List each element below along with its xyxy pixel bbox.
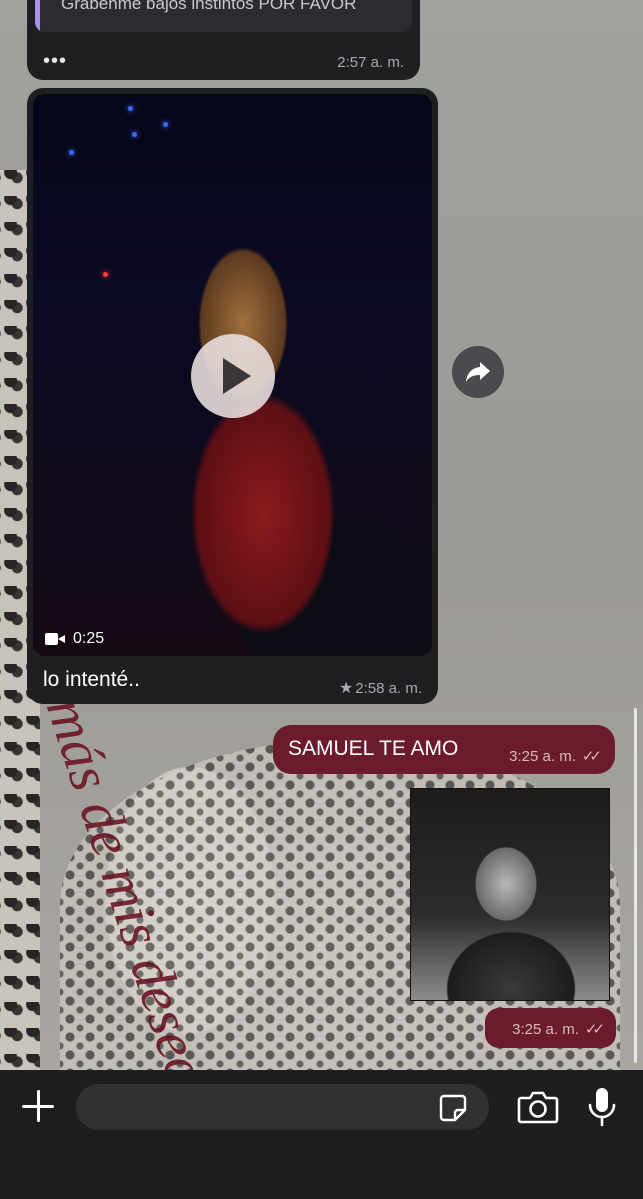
message-time: 3:25 a. m. [509, 747, 576, 765]
stage-light [163, 122, 168, 127]
message-text: SAMUEL TE AMO [288, 737, 459, 760]
video-thumbnail[interactable]: 0:25 [33, 94, 432, 656]
message-timestamp: ★ 2:58 a. m. [339, 678, 422, 698]
sticker-image[interactable] [410, 788, 610, 1001]
more-options-icon[interactable]: ••• [43, 50, 67, 73]
message-time: 2:58 a. m. [355, 679, 422, 697]
sticker-icon[interactable] [437, 1092, 469, 1124]
message-composer [0, 1070, 643, 1199]
message-time: 3:25 a. m. [512, 1020, 579, 1038]
forward-button[interactable] [452, 346, 504, 398]
camera-icon[interactable] [517, 1088, 559, 1126]
quote-accent-bar [35, 0, 40, 32]
stage-light [128, 106, 133, 111]
message-timestamp: 2:57 a. m. [337, 54, 404, 71]
chat-scrollbar[interactable] [634, 708, 637, 1063]
play-icon[interactable] [191, 334, 275, 418]
star-icon: ★ [338, 680, 354, 697]
sticker-timestamp-bubble: 3:25 a. m. ✓✓ [485, 1008, 616, 1048]
video-camera-icon [45, 633, 65, 645]
microphone-icon[interactable] [586, 1086, 618, 1128]
outgoing-message-bubble[interactable]: SAMUEL TE AMO 3:25 a. m. ✓✓ [273, 725, 615, 774]
video-duration: 0:25 [73, 630, 105, 647]
message-input[interactable] [76, 1084, 489, 1130]
quoted-message-text: Grabenme bajos instintos POR FAVOR [61, 0, 357, 13]
plus-icon[interactable] [20, 1088, 56, 1124]
stage-light [132, 132, 137, 137]
message-timestamp: 3:25 a. m. ✓✓ [512, 1020, 605, 1039]
message-timestamp: 3:25 a. m. ✓✓ [509, 747, 602, 766]
forward-icon [466, 362, 490, 382]
read-receipt-icon: ✓✓ [584, 1021, 605, 1038]
video-meta: 0:25 [45, 630, 104, 648]
read-receipt-icon: ✓✓ [581, 748, 602, 765]
quoted-message[interactable]: Grabenme bajos instintos POR FAVOR [35, 0, 412, 32]
stage-light [69, 150, 74, 155]
incoming-video-message[interactable]: 0:25 lo intenté.. ★ 2:58 a. m. [27, 88, 438, 704]
stage-light [103, 272, 108, 277]
incoming-message-bubble[interactable]: Grabenme bajos instintos POR FAVOR ••• 2… [27, 0, 420, 80]
video-caption: lo intenté.. [43, 668, 140, 691]
